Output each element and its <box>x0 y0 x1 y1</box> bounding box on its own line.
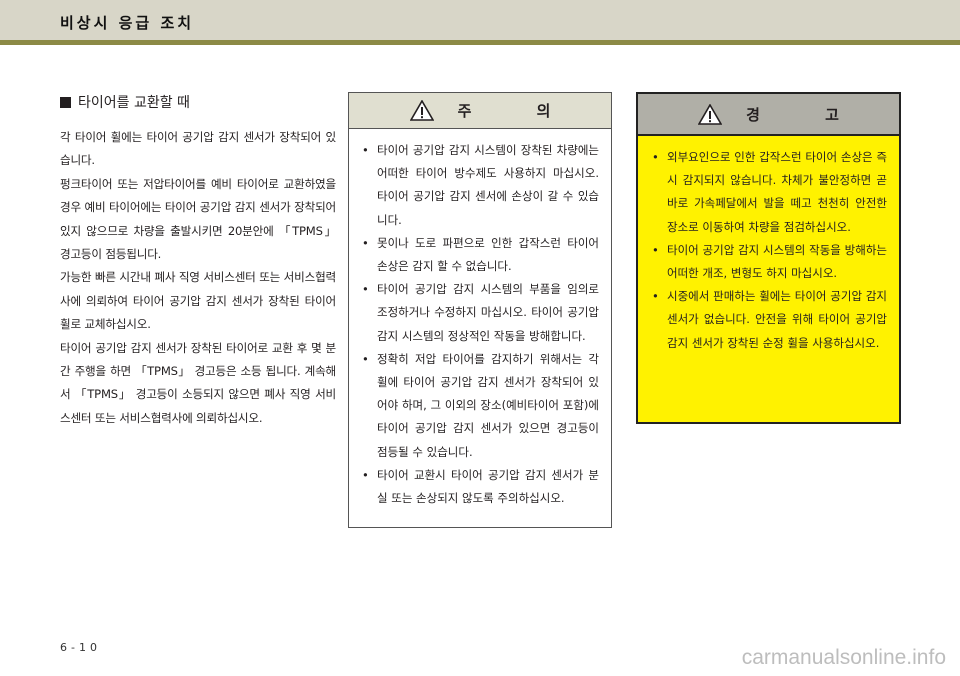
caution-title: 주 의 <box>457 102 581 120</box>
list-item: 못이나 도로 파편으로 인한 갑작스런 타이어 손상은 감지 할 수 없습니다. <box>362 232 599 278</box>
section-body: 각 타이어 휠에는 타이어 공기압 감지 센서가 장착되어 있습니다. 펑크타이… <box>60 126 336 430</box>
caution-header: 주 의 <box>349 93 611 129</box>
paragraph: 가능한 빠른 시간내 폐사 직영 서비스센터 또는 서비스협력사에 의뢰하여 타… <box>60 270 336 332</box>
page-number: 6-10 <box>60 641 101 654</box>
warning-list: 외부요인으로 인한 갑작스런 타이어 손상은 즉시 감지되지 않습니다. 차체가… <box>638 136 899 355</box>
tire-change-section: 타이어를 교환할 때 각 타이어 휠에는 타이어 공기압 감지 센서가 장착되어… <box>60 92 336 430</box>
warning-triangle-icon <box>698 103 723 125</box>
list-item: 시중에서 판매하는 휠에는 타이어 공기압 감지센서가 없습니다. 안전을 위해… <box>652 285 887 355</box>
chapter-title: 비상시 응급 조치 <box>60 14 195 32</box>
warning-title: 경 고 <box>746 105 869 124</box>
caution-list: 타이어 공기압 감지 시스템이 장착된 차량에는 어떠한 타이어 방수제도 사용… <box>349 129 611 510</box>
watermark: carmanualsonline.info <box>741 646 946 669</box>
paragraph: 펑크타이어 또는 저압타이어를 예비 타이어로 교환하였을 경우 예비 타이어에… <box>60 176 336 262</box>
caution-box: 주 의 타이어 공기압 감지 시스템이 장착된 차량에는 어떠한 타이어 방수제… <box>348 92 612 528</box>
list-item: 타이어 공기압 감지 시스템이 장착된 차량에는 어떠한 타이어 방수제도 사용… <box>362 139 599 232</box>
paragraph: 타이어 공기압 감지 센서가 장착된 타이어로 교환 후 몇 분간 주행을 하면… <box>60 340 336 425</box>
section-heading-text: 타이어를 교환할 때 <box>78 95 190 111</box>
warning-triangle-icon <box>409 100 434 121</box>
list-item: 타이어 공기압 감지 시스템의 부품을 임의로 조정하거나 수정하지 마십시오.… <box>362 278 599 348</box>
list-item: 타이어 공기압 감지 시스템의 작동을 방해하는 어떠한 개조, 변형도 하지 … <box>652 239 887 285</box>
section-heading: 타이어를 교환할 때 <box>60 92 336 112</box>
list-item: 정확히 저압 타이어를 감지하기 위해서는 각 휠에 타이어 공기압 감지 센서… <box>362 348 599 464</box>
header-rule <box>0 40 960 45</box>
warning-header: 경 고 <box>638 94 899 136</box>
square-bullet-icon <box>60 96 71 108</box>
warning-box: 경 고 외부요인으로 인한 갑작스런 타이어 손상은 즉시 감지되지 않습니다.… <box>636 92 901 424</box>
list-item: 외부요인으로 인한 갑작스런 타이어 손상은 즉시 감지되지 않습니다. 차체가… <box>652 146 887 239</box>
paragraph: 각 타이어 휠에는 타이어 공기압 감지 센서가 장착되어 있습니다. <box>60 130 336 168</box>
list-item: 타이어 교환시 타이어 공기압 감지 센서가 분실 또는 손상되지 않도록 주의… <box>362 464 599 510</box>
